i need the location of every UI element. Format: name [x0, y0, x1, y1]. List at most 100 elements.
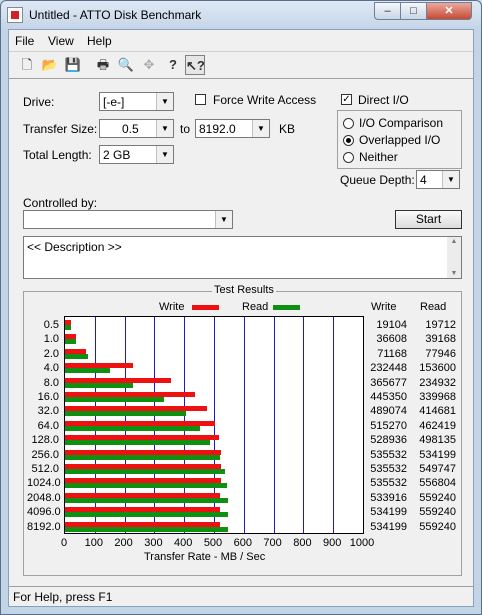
neither-radio[interactable]	[343, 152, 354, 163]
start-button[interactable]: Start	[395, 210, 462, 229]
write-value: 19104	[376, 319, 407, 331]
read-bar	[65, 339, 77, 345]
title-bar[interactable]: Untitled - ATTO Disk Benchmark – □ ✕	[1, 1, 481, 29]
queue-depth-label: Queue Depth:	[340, 173, 415, 187]
grid-line	[303, 317, 305, 533]
status-text: For Help, press F1	[13, 590, 113, 604]
description-text: << Description >>	[27, 240, 122, 254]
io-comparison-radio[interactable]	[343, 118, 354, 129]
help-icon[interactable]: ?	[163, 55, 183, 75]
grid-line	[333, 317, 335, 533]
window-title: Untitled - ATTO Disk Benchmark	[29, 8, 202, 22]
test-results-group: Test Results Write Read Write Read 0.5 19…	[23, 284, 462, 576]
client-area: File View Help 🗋 📂 💾 🖶 🔍 ✥ ? ↖? Drive: […	[8, 29, 474, 607]
read-value: 534199	[419, 448, 456, 461]
total-length-select[interactable]: 2 GB ▼	[99, 145, 174, 164]
chevron-down-icon[interactable]: ▼	[215, 211, 232, 228]
write-value: 36608	[376, 333, 407, 346]
move-icon: ✥	[143, 57, 155, 72]
chart-plot-area	[64, 316, 364, 534]
transfer-from-select[interactable]: 0.5 ▼	[99, 119, 174, 138]
category-label: 1024.0	[27, 477, 61, 490]
save-icon[interactable]: 💾	[63, 55, 83, 75]
category-label: 512.0	[31, 463, 59, 475]
category-label: 8.0	[43, 376, 59, 389]
read-value: 556804	[419, 477, 456, 490]
menu-file[interactable]: File	[15, 34, 34, 48]
read-bar	[65, 397, 164, 402]
force-write-checkbox[interactable]	[195, 94, 206, 105]
queue-depth-select[interactable]: 4 ▼	[416, 170, 460, 189]
app-window: Untitled - ATTO Disk Benchmark – □ ✕ Fil…	[0, 0, 482, 615]
open-folder-icon[interactable]: 📂	[40, 55, 60, 75]
maximize-button[interactable]: □	[400, 2, 427, 20]
write-value: 535532	[370, 463, 407, 475]
read-bar	[65, 512, 228, 518]
legend-write-swatch	[192, 305, 219, 310]
chevron-down-icon[interactable]: ▼	[156, 93, 173, 110]
transfer-to-select[interactable]: 8192.0 ▼	[195, 119, 270, 138]
total-length-label: Total Length:	[23, 148, 92, 162]
chevron-down-icon[interactable]: ▼	[156, 120, 173, 137]
status-bar: For Help, press F1	[9, 586, 473, 606]
controlled-by-select[interactable]: ▼	[23, 210, 233, 229]
menu-bar: File View Help	[9, 30, 473, 50]
overlapped-io-radio[interactable]	[343, 135, 354, 146]
read-bar	[65, 411, 186, 417]
read-value: 77946	[425, 347, 456, 360]
print-icon[interactable]: 🖶	[93, 55, 113, 75]
write-value: 489074	[370, 405, 407, 418]
minimize-button[interactable]: –	[374, 2, 401, 20]
settings-form: Drive: [-e-] ▼ Force Write Access ✓ Dire…	[9, 78, 473, 608]
drive-select[interactable]: [-e-] ▼	[99, 92, 174, 111]
close-button[interactable]: ✕	[426, 2, 472, 20]
write-value: 71168	[377, 347, 407, 360]
drive-label: Drive:	[23, 95, 55, 109]
scroll-up-icon[interactable]: ▲	[447, 238, 461, 245]
new-file-icon[interactable]: 🗋	[17, 55, 37, 75]
read-bar	[65, 497, 228, 503]
context-help-icon[interactable]: ↖?	[185, 55, 205, 75]
description-box[interactable]: << Description >> ▲ ▼	[23, 236, 462, 279]
read-value: 234932	[419, 376, 456, 389]
category-label: 1.0	[43, 333, 59, 346]
write-column-header: Write	[371, 301, 397, 313]
drive-value: [-e-]	[103, 95, 125, 109]
chevron-down-icon[interactable]: ▼	[156, 146, 173, 163]
write-value: 533916	[370, 491, 407, 504]
overlapped-io-label: Overlapped I/O	[359, 133, 441, 147]
read-value: 153600	[419, 362, 456, 375]
force-write-label: Force Write Access	[213, 93, 317, 107]
category-label: 32.0	[37, 405, 59, 418]
scroll-down-icon[interactable]: ▼	[447, 270, 461, 277]
menu-view[interactable]: View	[48, 34, 74, 48]
direct-io-label: Direct I/O	[358, 93, 409, 107]
chevron-down-icon[interactable]: ▼	[442, 171, 459, 188]
transfer-to-value: 8192.0	[199, 122, 236, 136]
read-bar	[65, 454, 221, 460]
menu-help[interactable]: Help	[87, 34, 112, 48]
write-value: 232448	[370, 362, 407, 375]
read-value: 414681	[419, 405, 456, 418]
category-label: 16.0	[37, 391, 59, 403]
write-value: 534199	[370, 506, 407, 519]
description-scrollbar[interactable]: ▲ ▼	[447, 237, 461, 278]
print-preview-icon[interactable]: 🔍	[116, 55, 136, 75]
write-value: 535532	[370, 477, 407, 490]
chevron-down-icon[interactable]: ▼	[252, 120, 269, 137]
category-label: 8192.0	[27, 520, 61, 533]
app-icon[interactable]	[7, 7, 23, 23]
category-label: 4096.0	[27, 506, 61, 519]
to-label: to	[180, 122, 191, 136]
write-value: 535532	[370, 448, 407, 461]
read-bar	[65, 325, 71, 330]
direct-io-checkbox[interactable]: ✓	[341, 94, 352, 105]
read-value: 19712	[425, 319, 456, 331]
read-value: 462419	[419, 419, 456, 432]
write-value: 365677	[370, 376, 407, 389]
read-bar	[65, 368, 110, 374]
x-tick-label: 1000	[349, 537, 375, 549]
grid-line	[273, 317, 275, 533]
read-value: 549747	[419, 463, 456, 475]
transfer-from-value: 0.5	[122, 122, 139, 136]
